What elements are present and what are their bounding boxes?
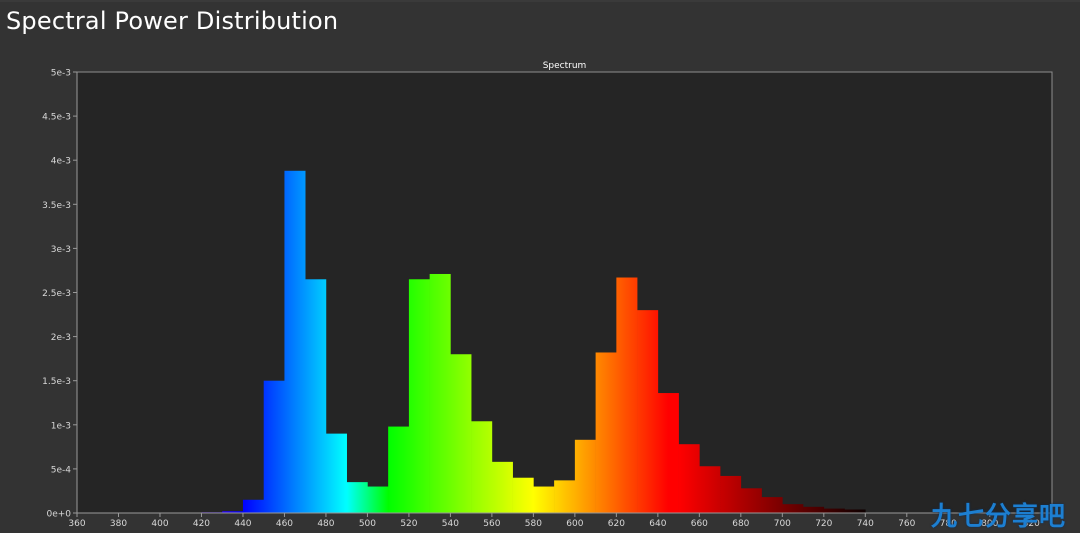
x-tick-label: 520 (400, 519, 417, 529)
spectrum-bar (471, 421, 493, 513)
x-tick-label: 560 (483, 519, 500, 529)
spectrum-bar (512, 477, 534, 513)
spectrum-bar (346, 482, 368, 513)
x-tick-label: 460 (276, 519, 293, 529)
x-tick-label: 680 (732, 519, 749, 529)
x-tick-label: 500 (359, 519, 376, 529)
x-tick-label: 600 (566, 519, 583, 529)
x-tick-label: 620 (608, 519, 625, 529)
x-tick-label: 660 (691, 519, 708, 529)
spectrum-bar (740, 488, 762, 513)
x-tick-label: 480 (317, 519, 334, 529)
y-tick-label: 2.5e-3 (42, 289, 71, 299)
spectrum-bar (554, 480, 576, 513)
spectrum-bar (450, 354, 472, 513)
y-tick-label: 1e-3 (51, 421, 71, 431)
spectrum-bar (761, 497, 783, 513)
spectrum-bar (263, 380, 285, 513)
watermark-logo: 九七分享吧 (930, 502, 1066, 532)
spectrum-bar (678, 444, 700, 513)
spectrum-bar (637, 310, 659, 513)
x-tick-label: 640 (649, 519, 666, 529)
spectrum-bar (803, 506, 825, 513)
spectrum-chart: 0e+0 5e-4 1e-3 1.5e-3 2e-3 2.5e-3 3e-3 3.5e-3 4e… (42, 61, 1053, 529)
spectrum-bar (657, 393, 679, 513)
x-tick-label: 580 (525, 519, 542, 529)
spectrum-bar (491, 461, 513, 513)
spectrum-bar (242, 499, 265, 513)
spectrum-bar (305, 279, 327, 513)
spectrum-bar (388, 426, 410, 513)
y-tick-label: 5e-3 (51, 69, 71, 79)
spectrum-bar (844, 509, 866, 513)
y-tick-label: 0e+0 (46, 510, 71, 520)
x-tick-label: 700 (774, 519, 791, 529)
spectrum-bar (429, 273, 451, 513)
plot-area (77, 72, 1052, 513)
y-tick-label: 4.5e-3 (42, 113, 71, 123)
spectrum-bar (408, 279, 430, 513)
x-tick-label: 740 (857, 519, 874, 529)
y-tick-label: 3.5e-3 (42, 201, 71, 211)
spectrum-bar (533, 486, 555, 513)
spectrum-bar (367, 486, 389, 513)
spectrum-bar (782, 504, 804, 513)
y-tick-label: 4e-3 (51, 157, 71, 167)
spectrum-bar (574, 439, 596, 513)
x-tick-label: 760 (898, 519, 915, 529)
x-tick-label: 540 (442, 519, 459, 529)
spectrum-bar (284, 170, 306, 513)
spectrum-bar (595, 352, 617, 513)
x-tick-label: 380 (110, 519, 127, 529)
spectrum-bar (699, 466, 721, 513)
y-tick-label: 3e-3 (51, 245, 71, 255)
y-tick-label: 1.5e-3 (42, 377, 71, 387)
spectrum-bar (823, 508, 845, 513)
spectrum-bar (616, 277, 638, 513)
spectrum-bar (720, 475, 742, 513)
x-tick-label: 440 (234, 519, 251, 529)
spectrum-bar (325, 433, 347, 513)
chart-title: Spectrum (543, 61, 587, 71)
x-tick-label: 360 (68, 519, 85, 529)
x-tick-label: 400 (151, 519, 168, 529)
x-tick-label: 720 (815, 519, 832, 529)
y-tick-label: 2e-3 (51, 333, 71, 343)
y-tick-label: 5e-4 (51, 465, 72, 475)
x-tick-label: 420 (193, 519, 210, 529)
